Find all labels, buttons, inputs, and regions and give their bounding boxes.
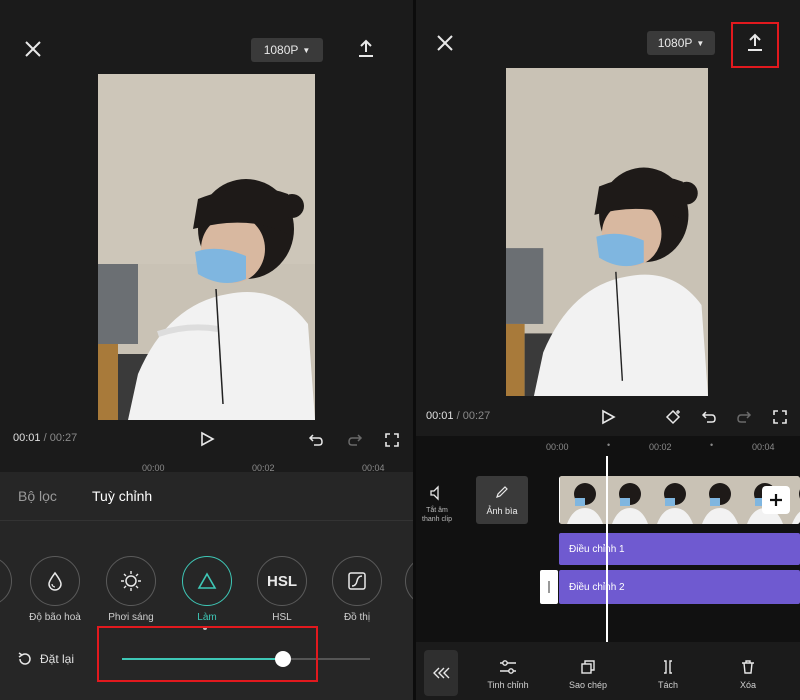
clip-thumbnail bbox=[694, 476, 739, 524]
cover-label: Ảnh bìa bbox=[486, 506, 518, 516]
keyframe-icon[interactable] bbox=[662, 406, 684, 428]
speaker-mute-icon[interactable] bbox=[428, 484, 446, 502]
undo-icon[interactable] bbox=[306, 430, 326, 450]
resolution-label: 1080P bbox=[657, 36, 693, 50]
drop-icon bbox=[30, 556, 80, 606]
panel-divider bbox=[413, 0, 416, 700]
left-editor-panel: 1080P ▼ 00:01 / 00:27 00:00 00:02 00:04 … bbox=[0, 0, 413, 700]
highlight-slider bbox=[97, 626, 318, 682]
split-icon bbox=[638, 658, 698, 676]
ruler-tick: 00:00 bbox=[546, 442, 569, 452]
tool-curves[interactable]: Đồ thị bbox=[330, 556, 384, 623]
exposure-icon bbox=[106, 556, 156, 606]
sliders-icon bbox=[478, 658, 538, 676]
video-preview[interactable] bbox=[98, 74, 315, 420]
tool-partial[interactable] bbox=[405, 556, 413, 606]
time-display: 00:01 / 00:27 bbox=[13, 432, 77, 444]
tool-label: HSL bbox=[272, 612, 292, 623]
resolution-label: 1080P bbox=[263, 43, 299, 57]
tool-hsl[interactable]: HSL HSL bbox=[255, 556, 309, 623]
redo-icon[interactable] bbox=[345, 430, 365, 450]
tool-copy[interactable]: Sao chép bbox=[558, 658, 618, 690]
right-editor-panel: 1080P ▼ 00:01 / 00:27 00:00 • 00:02 • 00… bbox=[416, 0, 800, 700]
tab-adjust[interactable]: Tuỳ chỉnh bbox=[92, 488, 152, 504]
play-icon[interactable] bbox=[597, 406, 619, 428]
tool-label: Làm bbox=[197, 612, 217, 623]
close-icon[interactable] bbox=[20, 36, 46, 62]
ruler-dot: • bbox=[710, 440, 714, 450]
undo-icon[interactable] bbox=[699, 407, 719, 427]
resolution-button[interactable]: 1080P ▼ bbox=[647, 31, 715, 55]
total-time: / 00:27 bbox=[43, 432, 78, 444]
tool-adjust[interactable]: Tinh chỉnh bbox=[478, 658, 538, 690]
tool-partial[interactable] bbox=[0, 556, 12, 606]
redo-icon[interactable] bbox=[734, 407, 754, 427]
tool-saturation[interactable]: Độ bão hoà bbox=[28, 556, 82, 623]
export-icon[interactable] bbox=[353, 36, 379, 62]
reset-label[interactable]: Đặt lại bbox=[40, 652, 74, 666]
reset-icon[interactable] bbox=[16, 650, 34, 668]
total-time: / 00:27 bbox=[456, 410, 491, 422]
back-chevron-icon[interactable] bbox=[424, 650, 458, 696]
handle-grip bbox=[548, 581, 550, 593]
clip-thumbnail bbox=[559, 476, 604, 524]
ruler-tick: 00:04 bbox=[752, 442, 775, 452]
tool-label: Phơi sáng bbox=[108, 612, 154, 623]
trash-icon bbox=[718, 658, 778, 676]
tool-delete[interactable]: Xóa bbox=[718, 658, 778, 690]
fullscreen-icon[interactable] bbox=[382, 430, 402, 450]
divider bbox=[0, 520, 413, 521]
adjustment-clip-2[interactable]: Điều chỉnh 2 bbox=[559, 570, 800, 604]
triangle-icon bbox=[182, 556, 232, 606]
tool-label: Tinh chỉnh bbox=[487, 680, 529, 690]
tool-split[interactable]: Tách bbox=[638, 658, 698, 690]
play-icon[interactable] bbox=[196, 428, 218, 450]
bottom-toolbar: Tinh chỉnh Sao chép Tách Xóa bbox=[416, 642, 800, 700]
adjustment-clip-1[interactable]: Điều chỉnh 1 bbox=[559, 533, 800, 565]
chevron-down-icon: ▼ bbox=[696, 38, 705, 48]
ruler-tick: 00:02 bbox=[649, 442, 672, 452]
ruler-dot: • bbox=[607, 440, 611, 450]
fullscreen-icon[interactable] bbox=[770, 407, 790, 427]
hsl-icon-text: HSL bbox=[267, 572, 297, 590]
resolution-button[interactable]: 1080P ▼ bbox=[251, 38, 323, 62]
tool-sharpen[interactable]: Làm bbox=[180, 556, 234, 623]
tool-label: Đồ thị bbox=[343, 612, 371, 623]
tool-label: Độ bão hoà bbox=[29, 612, 81, 623]
video-preview[interactable] bbox=[506, 68, 708, 396]
current-time: 00:01 bbox=[13, 432, 41, 444]
playhead[interactable] bbox=[606, 456, 608, 642]
add-clip-button[interactable] bbox=[762, 486, 790, 514]
tool-exposure[interactable]: Phơi sáng bbox=[104, 556, 158, 623]
cover-button[interactable]: Ảnh bìa bbox=[476, 476, 528, 524]
chevron-down-icon: ▼ bbox=[302, 45, 311, 55]
pencil-icon bbox=[494, 484, 510, 500]
mute-label[interactable]: Tắt âm thanh clip bbox=[418, 506, 456, 524]
hsl-icon: HSL bbox=[257, 556, 307, 606]
curve-icon bbox=[332, 556, 382, 606]
copy-icon bbox=[558, 658, 618, 676]
timeline-area[interactable]: 00:00 • 00:02 • 00:04 Tắt âm thanh clip … bbox=[416, 436, 800, 642]
tool-label: Sao chép bbox=[568, 680, 608, 690]
current-time: 00:01 bbox=[426, 410, 454, 422]
tool-label: Tách bbox=[657, 680, 678, 690]
tool-label: Xóa bbox=[739, 680, 756, 690]
clip-trim-handle[interactable] bbox=[540, 570, 558, 604]
clip-thumbnail bbox=[604, 476, 649, 524]
time-display: 00:01 / 00:27 bbox=[426, 410, 490, 422]
highlight-export bbox=[731, 22, 779, 68]
tab-filter[interactable]: Bộ lọc bbox=[18, 488, 57, 504]
clip-thumbnail bbox=[649, 476, 694, 524]
close-icon[interactable] bbox=[432, 30, 458, 56]
